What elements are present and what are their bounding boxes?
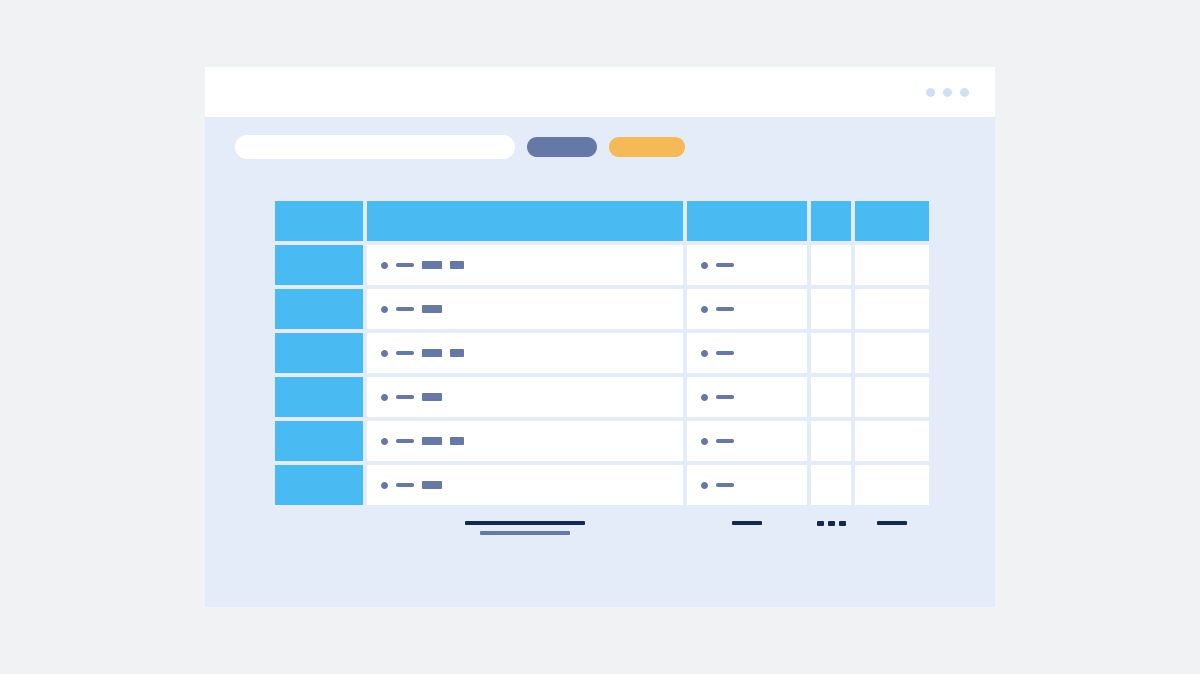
text-placeholder <box>422 437 442 445</box>
table-row[interactable] <box>275 333 935 373</box>
row-side-cell <box>275 289 363 329</box>
titlebar <box>205 67 995 117</box>
row-cell <box>811 289 851 329</box>
row-cell <box>811 465 851 505</box>
row-cell <box>855 377 929 417</box>
bullet-icon <box>701 438 708 445</box>
table-header-cell <box>275 201 363 241</box>
text-placeholder <box>396 439 414 443</box>
text-placeholder <box>450 261 464 269</box>
row-cell <box>367 421 683 461</box>
row-cell <box>855 289 929 329</box>
text-placeholder <box>450 437 464 445</box>
footer-cell <box>275 515 363 535</box>
bullet-icon <box>381 438 388 445</box>
footer-cell <box>687 515 807 535</box>
row-cell <box>855 333 929 373</box>
table-row[interactable] <box>275 377 935 417</box>
table-row[interactable] <box>275 289 935 329</box>
footer-line <box>877 521 907 525</box>
bullet-icon <box>701 394 708 401</box>
row-cell <box>687 421 807 461</box>
bullet-icon <box>701 350 708 357</box>
text-placeholder <box>716 439 734 443</box>
row-cell <box>687 465 807 505</box>
data-table <box>275 201 935 509</box>
table-row[interactable] <box>275 245 935 285</box>
text-placeholder <box>422 349 442 357</box>
table-footer <box>275 515 935 535</box>
text-placeholder <box>396 395 414 399</box>
row-cell <box>367 465 683 505</box>
row-cell <box>687 289 807 329</box>
text-placeholder <box>422 393 442 401</box>
row-cell <box>811 377 851 417</box>
text-placeholder <box>716 483 734 487</box>
bullet-icon <box>381 306 388 313</box>
row-side-cell <box>275 465 363 505</box>
row-cell <box>811 421 851 461</box>
bullet-icon <box>701 482 708 489</box>
row-cell <box>367 289 683 329</box>
table-header-cell <box>687 201 807 241</box>
footer-line <box>480 531 570 535</box>
table-header-cell <box>855 201 929 241</box>
bullet-icon <box>381 394 388 401</box>
table-header-cell <box>811 201 851 241</box>
row-cell <box>687 333 807 373</box>
window-control-dot[interactable] <box>926 88 935 97</box>
row-cell <box>367 377 683 417</box>
text-placeholder <box>396 351 414 355</box>
footer-cell <box>855 515 929 535</box>
app-window <box>205 67 995 607</box>
text-placeholder <box>396 263 414 267</box>
text-placeholder <box>716 395 734 399</box>
table-row[interactable] <box>275 465 935 505</box>
row-cell <box>687 377 807 417</box>
row-cell <box>855 421 929 461</box>
table-row[interactable] <box>275 421 935 461</box>
row-cell <box>367 245 683 285</box>
window-control-dot[interactable] <box>960 88 969 97</box>
text-placeholder <box>422 481 442 489</box>
row-cell <box>811 245 851 285</box>
row-side-cell <box>275 421 363 461</box>
row-side-cell <box>275 377 363 417</box>
bullet-icon <box>381 350 388 357</box>
text-placeholder <box>422 261 442 269</box>
secondary-button[interactable] <box>609 137 685 157</box>
text-placeholder <box>716 351 734 355</box>
toolbar <box>205 117 995 177</box>
footer-dots <box>817 521 846 526</box>
text-placeholder <box>716 263 734 267</box>
text-placeholder <box>396 483 414 487</box>
footer-cell <box>367 515 683 535</box>
table-header-cell <box>367 201 683 241</box>
footer-cell <box>811 515 851 535</box>
search-input[interactable] <box>235 135 515 159</box>
bullet-icon <box>701 306 708 313</box>
footer-line <box>465 521 585 525</box>
row-cell <box>687 245 807 285</box>
primary-button[interactable] <box>527 137 597 157</box>
footer-line <box>732 521 762 525</box>
row-side-cell <box>275 333 363 373</box>
row-cell <box>811 333 851 373</box>
text-placeholder <box>450 349 464 357</box>
window-control-dot[interactable] <box>943 88 952 97</box>
row-cell <box>855 245 929 285</box>
bullet-icon <box>701 262 708 269</box>
row-cell <box>367 333 683 373</box>
bullet-icon <box>381 262 388 269</box>
row-side-cell <box>275 245 363 285</box>
table-header-row <box>275 201 935 241</box>
row-cell <box>855 465 929 505</box>
text-placeholder <box>716 307 734 311</box>
text-placeholder <box>422 305 442 313</box>
bullet-icon <box>381 482 388 489</box>
text-placeholder <box>396 307 414 311</box>
